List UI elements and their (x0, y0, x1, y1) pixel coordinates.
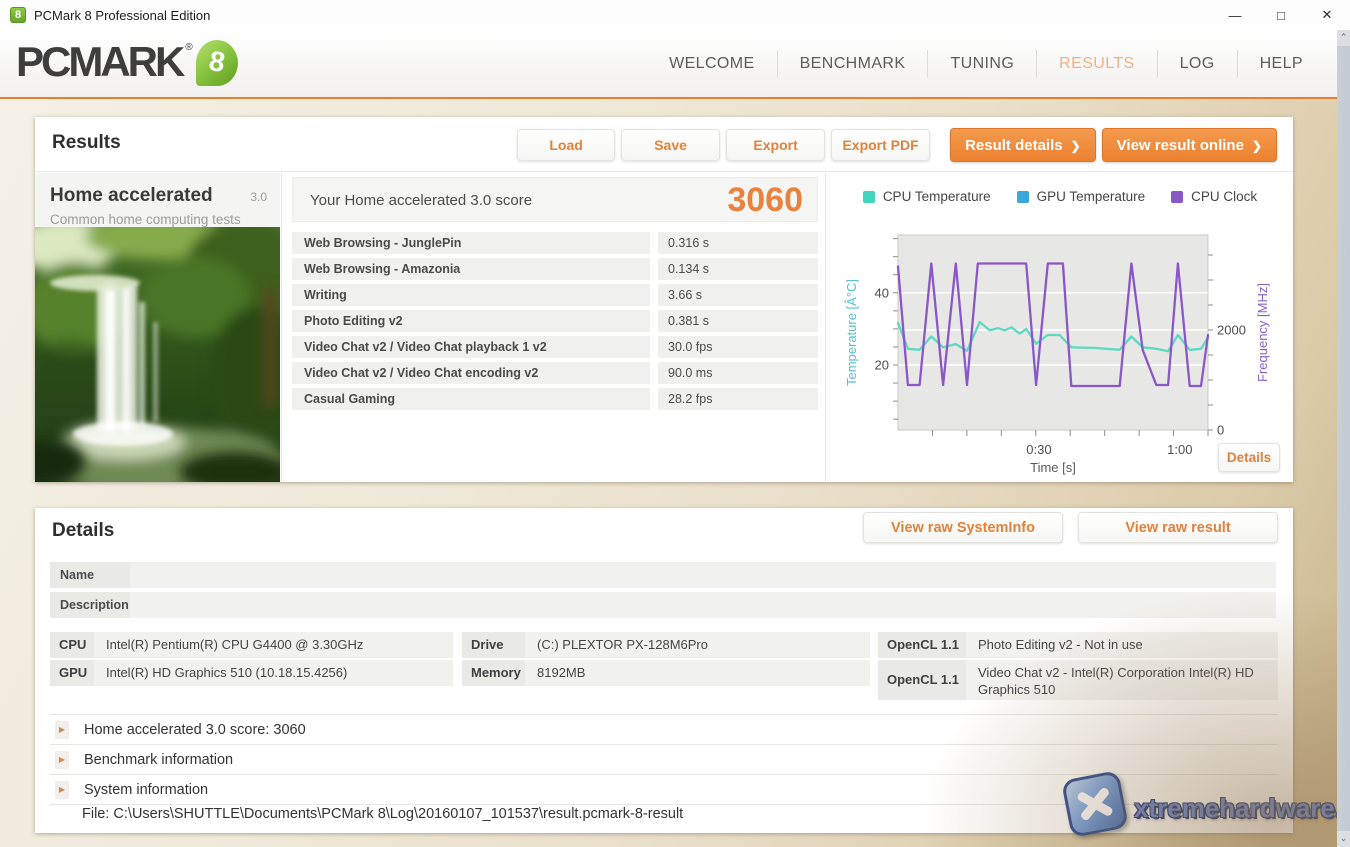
score-box: Your Home accelerated 3.0 score 3060 (292, 177, 818, 222)
test-name: Home accelerated (50, 185, 213, 207)
drive-row: Drive (C:) PLEXTOR PX-128M6Pro (462, 632, 870, 658)
legend-swatch-icon (863, 191, 875, 203)
metric-row: Web Browsing - Amazonia0.134 s (292, 258, 818, 280)
test-photo-jungle-waterfall (35, 227, 280, 482)
view-raw-result-button[interactable]: View raw result (1078, 512, 1278, 543)
panel-divider (281, 173, 282, 482)
titlebar: 8 PCMark 8 Professional Edition — □ ✕ (0, 0, 1350, 30)
results-header: Results Load Save Export Export PDF Resu… (35, 117, 1293, 172)
metric-row: Video Chat v2 / Video Chat encoding v290… (292, 362, 818, 384)
expand-row-score[interactable]: ▶ Home accelerated 3.0 score: 3060 (50, 714, 1278, 744)
svg-text:Temperature [Â°C]: Temperature [Â°C] (844, 279, 859, 386)
legend-swatch-icon (1017, 191, 1029, 203)
export-button[interactable]: Export (726, 129, 825, 161)
registered-mark: ® (185, 42, 192, 53)
legend-swatch-icon (1171, 191, 1183, 203)
app-window: 8 PCMark 8 Professional Edition — □ ✕ PC… (0, 0, 1350, 847)
chevron-right-icon: ❯ (1252, 139, 1262, 153)
pcmark-logo: PCMARK ® 8 (16, 38, 238, 86)
score-label: Your Home accelerated 3.0 score (310, 178, 532, 223)
description-value (130, 592, 1276, 618)
expand-arrow-icon: ▶ (55, 781, 69, 799)
description-row: Description (50, 592, 1276, 618)
score-value: 3060 (727, 178, 803, 223)
results-panel: Results Load Save Export Export PDF Resu… (35, 117, 1293, 482)
result-details-button[interactable]: Result details❯ (950, 128, 1096, 162)
name-row: Name (50, 562, 1276, 588)
expand-row-benchmark-information[interactable]: ▶ Benchmark information (50, 744, 1278, 774)
svg-text:0: 0 (1217, 423, 1224, 438)
svg-text:2000: 2000 (1217, 323, 1246, 338)
panel-divider (825, 173, 826, 482)
nav-item-results[interactable]: RESULTS (1036, 50, 1156, 78)
nav-item-tuning[interactable]: TUNING (927, 50, 1036, 78)
expand-arrow-icon: ▶ (55, 751, 69, 769)
performance-chart: 40 20 2000 0 0:30 1:00 Time [s] Temperature [Â°… (830, 217, 1290, 479)
test-version: 3.0 (250, 190, 267, 204)
nav-menu: WELCOME BENCHMARK TUNING RESULTS LOG HEL… (647, 30, 1325, 97)
svg-text:Frequency [MHz]: Frequency [MHz] (1255, 283, 1270, 382)
legend-item-cpu-temperature: CPU Temperature (863, 189, 991, 204)
pcmark-leaf-icon: 8 (196, 40, 238, 86)
memory-row: Memory 8192MB (462, 660, 870, 686)
export-pdf-button[interactable]: Export PDF (831, 129, 930, 161)
load-button[interactable]: Load (517, 129, 615, 161)
svg-text:20: 20 (875, 358, 889, 373)
cpu-row: CPU Intel(R) Pentium(R) CPU G4400 @ 3.30… (50, 632, 453, 658)
app-icon: 8 (10, 7, 26, 23)
opencl-row-2: OpenCL 1.1 Video Chat v2 - Intel(R) Corp… (878, 660, 1278, 700)
chevron-right-icon: ❯ (1071, 139, 1081, 153)
chart-details-button[interactable]: Details (1218, 443, 1280, 472)
metric-row: Photo Editing v20.381 s (292, 310, 818, 332)
test-summary-panel: Home accelerated 3.0 Common home computi… (35, 173, 280, 482)
nav-item-help[interactable]: HELP (1237, 50, 1325, 78)
nav-item-log[interactable]: LOG (1157, 50, 1237, 78)
nav-item-benchmark[interactable]: BENCHMARK (777, 50, 928, 78)
details-title: Details (52, 520, 114, 542)
opencl-row-1: OpenCL 1.1 Photo Editing v2 - Not in use (878, 632, 1278, 658)
maximize-button[interactable]: □ (1272, 8, 1290, 23)
top-nav: PCMARK ® 8 WELCOME BENCHMARK TUNING RESU… (0, 30, 1337, 97)
svg-text:1:00: 1:00 (1167, 442, 1192, 457)
expand-arrow-icon: ▶ (55, 721, 69, 739)
content-area: Results Load Save Export Export PDF Resu… (0, 99, 1337, 847)
save-button[interactable]: Save (621, 129, 720, 161)
name-value (130, 562, 1276, 588)
view-raw-systeminfo-button[interactable]: View raw SystemInfo (863, 512, 1063, 543)
details-panel: Details View raw SystemInfo View raw res… (35, 508, 1293, 833)
pcmark-logo-text: PCMARK (16, 38, 182, 86)
expand-row-system-information[interactable]: ▶ System information (50, 774, 1278, 805)
scroll-down-arrow-icon[interactable]: ⌄ (1337, 831, 1350, 847)
close-button[interactable]: ✕ (1318, 7, 1336, 23)
results-title: Results (52, 132, 121, 154)
metric-table: Web Browsing - JunglePin0.316 s Web Brow… (292, 232, 818, 414)
minimize-button[interactable]: — (1226, 8, 1244, 23)
legend-item-gpu-temperature: GPU Temperature (1017, 189, 1146, 204)
metric-row: Video Chat v2 / Video Chat playback 1 v2… (292, 336, 818, 358)
metric-row: Casual Gaming28.2 fps (292, 388, 818, 410)
svg-text:40: 40 (875, 285, 889, 300)
svg-text:0:30: 0:30 (1026, 442, 1051, 457)
legend-item-cpu-clock: CPU Clock (1171, 189, 1257, 204)
window-title: PCMark 8 Professional Edition (34, 8, 210, 23)
chart-legend: CPU Temperature GPU Temperature CPU Cloc… (830, 189, 1290, 204)
gpu-row: GPU Intel(R) HD Graphics 510 (10.18.15.4… (50, 660, 453, 686)
metric-row: Writing3.66 s (292, 284, 818, 306)
svg-text:Time [s]: Time [s] (1030, 460, 1076, 475)
nav-item-welcome[interactable]: WELCOME (647, 50, 776, 78)
view-result-online-button[interactable]: View result online❯ (1102, 128, 1277, 162)
vertical-scrollbar[interactable]: ⌃ ⌄ (1337, 30, 1350, 847)
scroll-up-arrow-icon[interactable]: ⌃ (1337, 30, 1350, 46)
metric-row: Web Browsing - JunglePin0.316 s (292, 232, 818, 254)
expandable-sections: ▶ Home accelerated 3.0 score: 3060 ▶ Ben… (50, 714, 1278, 805)
test-subtitle: Common home computing tests (50, 212, 241, 227)
result-file-path: File: C:\Users\SHUTTLE\Documents\PCMark … (82, 806, 683, 822)
